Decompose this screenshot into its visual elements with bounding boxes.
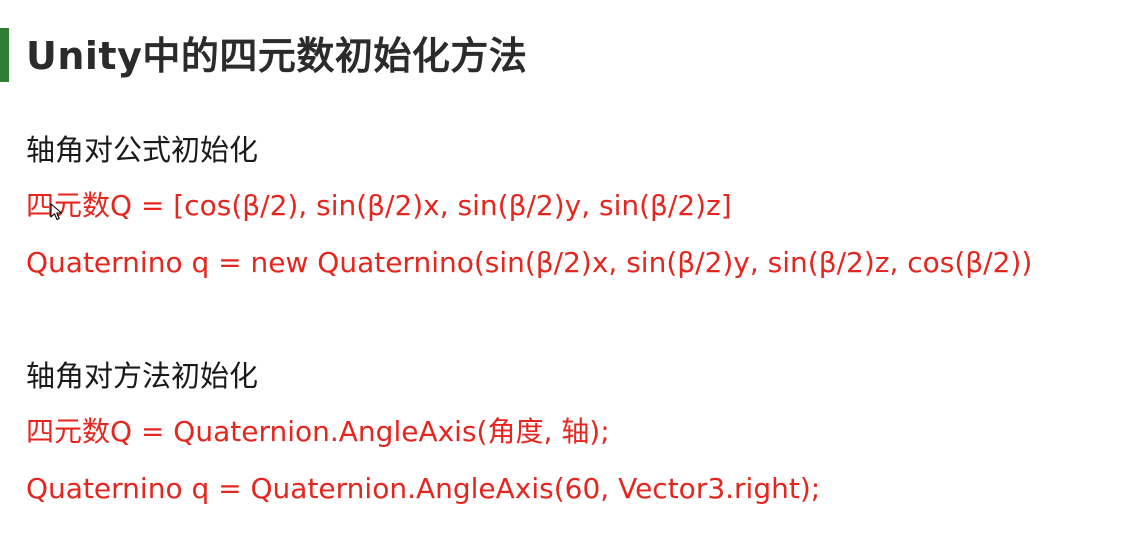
section2-code-line: Quaternino q = Quaternion.AngleAxis(60, … xyxy=(26,472,821,505)
slide: Unity中的四元数初始化方法 轴角对公式初始化 四元数Q = [cos(β/2… xyxy=(0,0,1123,560)
section2-heading: 轴角对方法初始化 xyxy=(26,359,259,393)
section1-heading: 轴角对公式初始化 xyxy=(26,133,259,167)
section2-formula-line: 四元数Q = Quaternion.AngleAxis(角度, 轴); xyxy=(26,415,610,448)
section1-code-line: Quaternino q = new Quaternino(sin(β/2)x,… xyxy=(26,246,1033,279)
mouse-cursor-icon xyxy=(50,203,63,221)
section1-formula-line: 四元数Q = [cos(β/2), sin(β/2)x, sin(β/2)y, … xyxy=(26,189,732,222)
slide-title: Unity中的四元数初始化方法 xyxy=(26,34,528,78)
title-accent-bar xyxy=(0,28,9,82)
